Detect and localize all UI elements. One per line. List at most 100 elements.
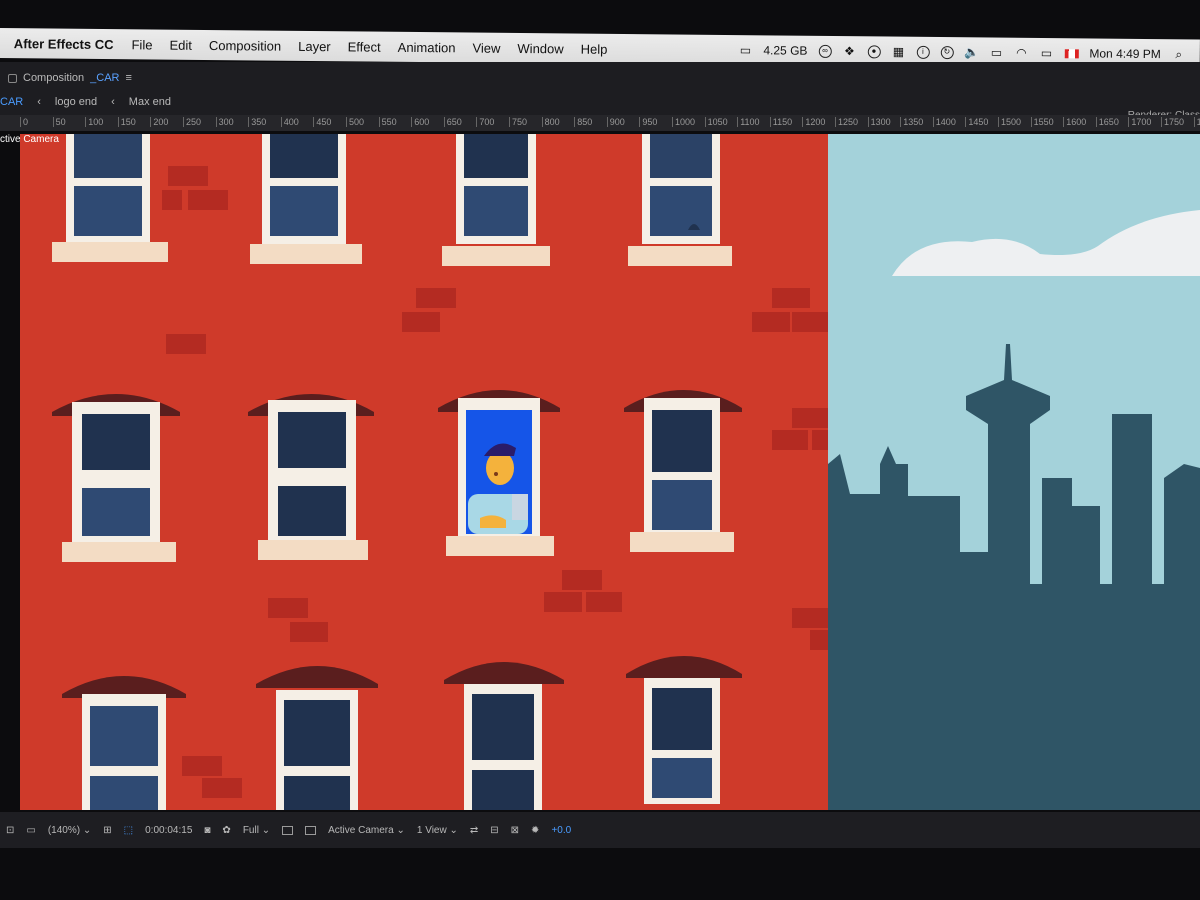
snapshot-camera-icon[interactable]: ◙ xyxy=(204,825,210,836)
window-row-top xyxy=(52,134,732,266)
transparency-grid-icon[interactable] xyxy=(305,825,317,835)
magnification-dropdown[interactable]: (140%) xyxy=(48,825,91,836)
ruler-tick: 1300 xyxy=(867,117,891,127)
ruler-tick: 1100 xyxy=(737,117,760,127)
menu-view[interactable]: View xyxy=(472,40,500,55)
breadcrumb-item[interactable]: Max end xyxy=(129,96,171,108)
breadcrumb: CAR ‹ logo end ‹ Max end xyxy=(0,96,171,108)
ruler-tick: 250 xyxy=(183,117,201,127)
composition-panel-header: Composition _CAR ≡ CAR ‹ logo end ‹ Max … xyxy=(0,62,1200,122)
window-row-bottom xyxy=(62,656,742,810)
ruler-tick: 900 xyxy=(606,117,625,127)
ruler-tick: 1550 xyxy=(1030,117,1054,127)
ruler-tick: 0 xyxy=(20,117,28,127)
resolution-dropdown[interactable]: Full xyxy=(243,825,270,836)
spotlight-search-icon[interactable]: ⌕ xyxy=(1172,47,1186,61)
chevron-left-icon: ‹ xyxy=(111,96,115,108)
timeline-icon[interactable]: ⊠ xyxy=(511,825,519,836)
menu-composition[interactable]: Composition xyxy=(209,38,281,54)
ruler-tick: 1500 xyxy=(998,117,1021,127)
panel-menu-icon[interactable]: ≡ xyxy=(125,72,131,84)
composition-tab-prefix: Composition xyxy=(23,72,85,84)
menu-extras: ▭ 4.25 GB ∞ ❖ ● ▦ i ↻ 🔈 ▭ ◠ ▭ Mon 4:49 P… xyxy=(738,43,1186,61)
volume-icon[interactable]: 🔈 xyxy=(964,45,979,59)
composition-artwork xyxy=(52,134,1200,810)
ruler-tick: 600 xyxy=(411,117,429,127)
grid-icon[interactable]: ⊞ xyxy=(103,825,111,836)
exposure-value[interactable]: +0.0 xyxy=(551,825,571,836)
viewer-footer-toolbar: ⊡ ▭ (140%) ⊞ ⬚ 0:00:04:15 ◙ ✿ Full Activ… xyxy=(0,812,1200,848)
ruler-tick: 50 xyxy=(52,117,66,127)
app-status-icon[interactable]: ● xyxy=(867,44,881,58)
ruler-tick: 1350 xyxy=(900,117,923,127)
monitor-icon[interactable]: ▭ xyxy=(26,825,35,836)
input-source-flag-icon[interactable] xyxy=(1064,48,1079,58)
color-channels-icon[interactable]: ✿ xyxy=(222,825,230,836)
ruler-tick: 100 xyxy=(85,117,103,127)
ruler-tick: 200 xyxy=(150,117,168,127)
ruler-tick: 1150 xyxy=(769,117,792,127)
menu-help[interactable]: Help xyxy=(581,41,608,56)
ruler-tick: 1750 xyxy=(1161,117,1184,127)
ruler-tick: 1200 xyxy=(802,117,825,127)
info-icon[interactable]: i xyxy=(916,45,930,59)
airplay-icon[interactable]: ▭ xyxy=(989,45,1003,60)
creative-cloud-icon[interactable]: ∞ xyxy=(818,44,832,58)
exposure-reset-icon[interactable]: ✹ xyxy=(531,825,539,836)
flowchart-icon[interactable]: ⊟ xyxy=(490,825,498,836)
memory-icon[interactable]: ▭ xyxy=(738,43,752,57)
ruler-tick: 500 xyxy=(346,117,364,127)
clock[interactable]: Mon 4:49 PM xyxy=(1089,46,1161,61)
lock-icon[interactable] xyxy=(8,73,17,83)
current-time[interactable]: 0:00:04:15 xyxy=(145,825,192,836)
ruler-tick: 750 xyxy=(509,117,527,127)
viewer-camera-label: ctive Camera xyxy=(0,134,59,145)
ruler-tick: 950 xyxy=(639,117,657,127)
view-layout-dropdown[interactable]: 1 View xyxy=(417,825,458,836)
wifi-icon[interactable]: ◠ xyxy=(1014,46,1028,60)
grid-app-icon[interactable]: ▦ xyxy=(891,45,905,59)
ruler-tick: 1650 xyxy=(1095,117,1119,127)
always-preview-icon[interactable]: ⊡ xyxy=(6,825,14,836)
menu-file[interactable]: File xyxy=(131,37,152,52)
ruler-tick: 1600 xyxy=(1063,117,1086,127)
battery-icon[interactable]: ▭ xyxy=(1039,46,1053,60)
breadcrumb-item[interactable]: CAR xyxy=(0,96,23,108)
horizontal-ruler: 0 50 100 150 200 250 300 350 400 450 500 550 600 650 7… xyxy=(0,115,1200,131)
breadcrumb-item[interactable]: logo end xyxy=(55,96,97,108)
fast-previews-icon[interactable] xyxy=(282,825,294,835)
ruler-tick: 1000 xyxy=(672,117,695,127)
composition-tab[interactable]: Composition _CAR ≡ xyxy=(8,72,132,84)
ruler-tick: 800 xyxy=(541,117,560,127)
ruler-tick: 850 xyxy=(574,117,592,127)
ruler-tick: 1250 xyxy=(835,117,858,127)
ruler-tick: 350 xyxy=(248,117,266,127)
ruler-tick: 1450 xyxy=(965,117,988,127)
region-of-interest-icon[interactable]: ⬚ xyxy=(124,825,133,836)
ruler-tick: 450 xyxy=(313,117,331,127)
ruler-tick: 1050 xyxy=(704,117,728,127)
toggle-pixel-aspect-icon[interactable]: ⇄ xyxy=(470,825,478,836)
skyline-base xyxy=(828,584,1200,810)
ruler-tick: 650 xyxy=(443,117,462,127)
ruler-tick: 150 xyxy=(117,117,136,127)
view-camera-dropdown[interactable]: Active Camera xyxy=(328,825,405,836)
ruler-tick: 400 xyxy=(280,117,299,127)
ruler-tick: 550 xyxy=(378,117,397,127)
sync-icon[interactable]: ↻ xyxy=(940,45,954,59)
app-menu-after-effects[interactable]: After Effects CC xyxy=(14,36,114,52)
window-row-middle xyxy=(52,390,742,562)
composition-tab-name: _CAR xyxy=(90,72,120,84)
composition-viewer[interactable] xyxy=(20,134,1200,810)
menu-edit[interactable]: Edit xyxy=(169,37,192,52)
chevron-left-icon: ‹ xyxy=(37,96,41,108)
menu-animation[interactable]: Animation xyxy=(398,39,456,55)
memory-readout: 4.25 GB xyxy=(763,43,808,58)
menu-layer[interactable]: Layer xyxy=(298,38,331,53)
ruler-tick: 700 xyxy=(476,117,494,127)
dropbox-icon[interactable]: ❖ xyxy=(842,44,856,58)
ruler-tick: 1800 xyxy=(1193,117,1200,127)
menu-window[interactable]: Window xyxy=(517,40,563,55)
ruler-tick: 1700 xyxy=(1128,117,1151,127)
menu-effect[interactable]: Effect xyxy=(348,39,381,54)
